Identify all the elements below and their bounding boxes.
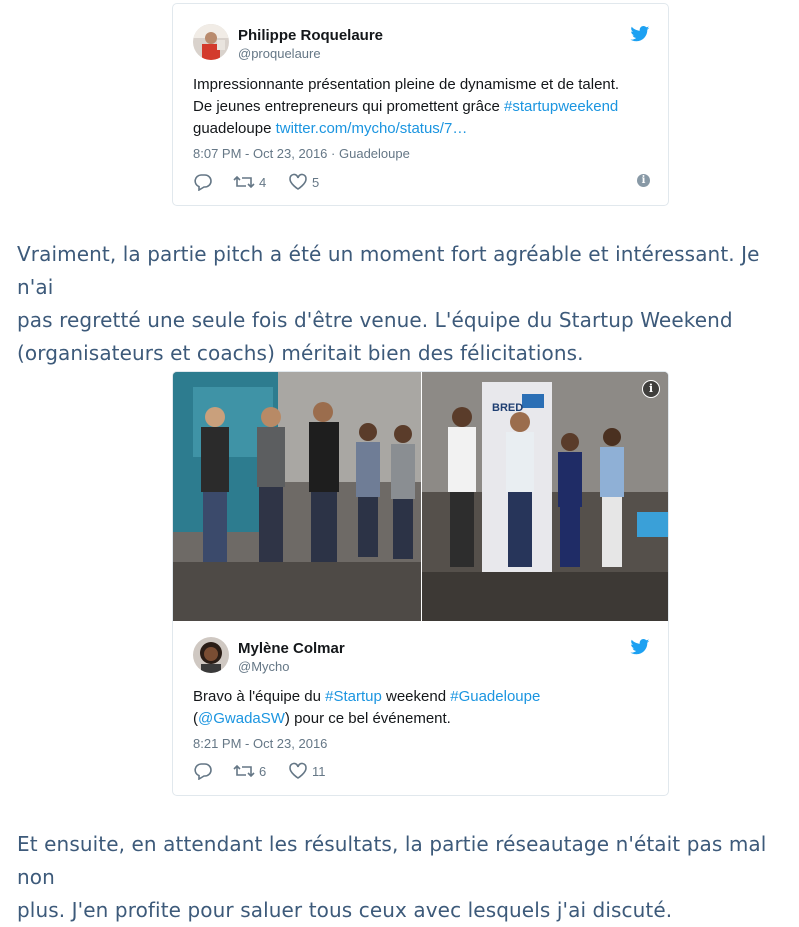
article-paragraph: Vraiment, la partie pitch a été un momen…	[17, 238, 797, 370]
tweet-actions: 6 11	[193, 761, 650, 781]
timestamp[interactable]: 8:21 PM - Oct 23, 2016	[193, 736, 327, 751]
article-paragraph: Et ensuite, en attendant les résultats, …	[17, 828, 797, 927]
author-handle[interactable]: @proquelaure	[238, 46, 321, 61]
hashtag-link[interactable]: #startupweekend	[504, 98, 618, 115]
tweet-meta: 8:07 PM - Oct 23, 2016 · Guadeloupe	[193, 146, 410, 161]
avatar[interactable]	[193, 637, 229, 673]
tweet-text: Impressionnante présentation pleine de d…	[193, 74, 653, 140]
meta-separator: ·	[331, 146, 336, 161]
tweet-text-line: De jeunes entrepreneurs qui promettent g…	[193, 96, 653, 118]
tweet-media[interactable]: BRED i	[173, 372, 668, 621]
paragraph-line: Vraiment, la partie pitch a été un momen…	[17, 242, 760, 299]
location[interactable]: Guadeloupe	[339, 146, 410, 161]
tweet-text-line: guadeloupe twitter.com/mycho/status/7…	[193, 118, 653, 140]
retweet-icon	[233, 764, 255, 778]
status-link[interactable]: twitter.com/mycho/status/7…	[276, 120, 468, 137]
tweet-text-segment: De jeunes entrepreneurs qui promettent g…	[193, 98, 505, 115]
reply-icon	[194, 763, 212, 780]
tweet-photo[interactable]	[173, 372, 421, 621]
retweet-icon	[233, 175, 255, 189]
tweet-text-segment: weekend	[381, 688, 451, 705]
tweet-text-line: Impressionnante présentation pleine de d…	[193, 76, 620, 93]
tweet-header: Mylène Colmar @Mycho	[193, 637, 650, 677]
like-button[interactable]: 11	[288, 761, 326, 781]
tweet-text-line: Bravo à l'équipe du #Startup weekend #Gu…	[193, 686, 653, 708]
retweet-count: 6	[259, 763, 267, 779]
mention-link[interactable]: @GwadaSW	[198, 710, 285, 727]
tweet-text: Bravo à l'équipe du #Startup weekend #Gu…	[193, 686, 653, 730]
media-info-icon[interactable]: i	[642, 380, 660, 398]
tweet-text-line: (@GwadaSW) pour ce bel événement.	[193, 708, 653, 730]
paragraph-line: plus. J'en profite pour saluer tous ceux…	[17, 898, 673, 922]
tweet-text-segment: Bravo à l'équipe du	[193, 688, 326, 705]
timestamp[interactable]: 8:07 PM - Oct 23, 2016	[193, 146, 327, 161]
embedded-tweet-mylene[interactable]: BRED i Mylène Colmar @Mycho Bravo à l'éq…	[172, 371, 669, 796]
avatar[interactable]	[193, 24, 229, 60]
tweet-header: Philippe Roquelaure @proquelaure	[193, 24, 650, 64]
author-handle[interactable]: @Mycho	[238, 659, 290, 674]
embedded-tweet-philippe[interactable]: Philippe Roquelaure @proquelaure Impress…	[172, 3, 669, 206]
tweet-meta: 8:21 PM - Oct 23, 2016	[193, 736, 327, 751]
retweet-button[interactable]: 6	[233, 761, 266, 781]
reply-icon	[194, 174, 212, 191]
retweet-button[interactable]: 4	[233, 172, 266, 192]
twitter-bird-icon[interactable]	[630, 639, 650, 655]
reply-button[interactable]	[193, 761, 213, 781]
author-name[interactable]: Mylène Colmar	[238, 640, 345, 657]
like-button[interactable]: 5	[288, 172, 319, 192]
author-name[interactable]: Philippe Roquelaure	[238, 27, 383, 44]
retweet-count: 4	[259, 174, 267, 190]
tweet-text-segment: ) pour ce bel événement.	[284, 710, 451, 727]
twitter-bird-icon[interactable]	[630, 26, 650, 42]
paragraph-line: Et ensuite, en attendant les résultats, …	[17, 832, 767, 889]
paragraph-line: (organisateurs et coachs) méritait bien …	[17, 341, 584, 365]
like-count: 11	[312, 763, 326, 779]
paragraph-line: pas regretté une seule fois d'être venue…	[17, 308, 733, 332]
tweet-text-segment: guadeloupe	[193, 120, 276, 137]
tweet-photo[interactable]: BRED	[422, 372, 668, 621]
hashtag-link[interactable]: #Guadeloupe	[450, 688, 540, 705]
heart-icon	[289, 173, 307, 190]
reply-button[interactable]	[193, 172, 213, 192]
info-icon[interactable]: i	[637, 174, 650, 187]
heart-icon	[289, 762, 307, 779]
tweet-actions: 4 5 i	[193, 172, 650, 192]
hashtag-link[interactable]: #Startup	[325, 688, 382, 705]
like-count: 5	[312, 174, 320, 190]
